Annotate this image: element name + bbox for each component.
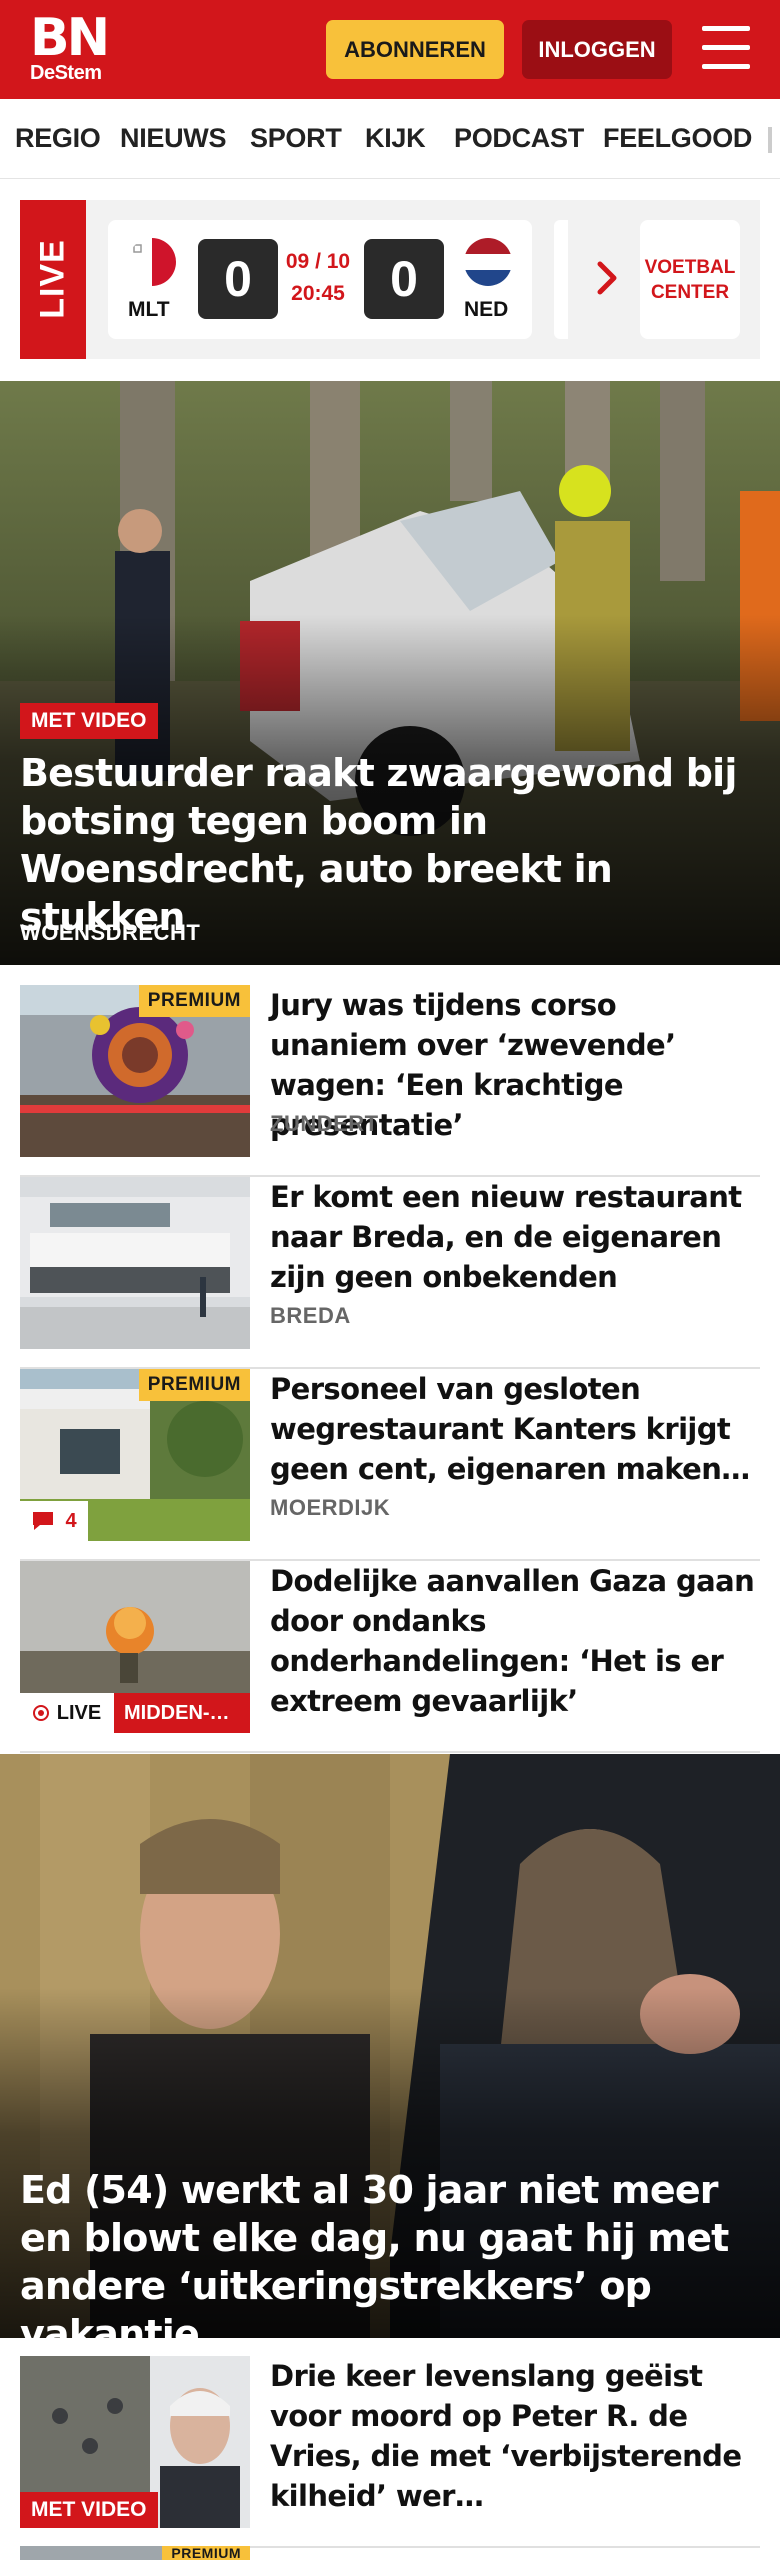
netherlands-flag-icon	[464, 238, 512, 286]
video-tag: MET VIDEO	[20, 703, 158, 739]
corso-thumbnail: PREMIUM	[20, 985, 250, 1157]
nav-item-nieuws[interactable]: NIEUWS	[120, 123, 227, 154]
article-restaurant-breda[interactable]: Er komt een nieuw restaurant naar Breda,…	[20, 1177, 760, 1369]
live-badge-label: LIVE	[33, 239, 72, 319]
live-badge: LIVE	[20, 200, 86, 359]
chevron-right-icon[interactable]	[594, 258, 622, 298]
article-title[interactable]: Personeel van gesloten wegrestaurant Kan…	[270, 1369, 758, 1489]
hamburger-menu-icon[interactable]	[702, 26, 750, 70]
site-logo[interactable]: BN DeStem	[30, 8, 110, 84]
nav-item-sport[interactable]: SPORT	[250, 123, 342, 154]
nav-item-regio[interactable]: REGIO	[15, 123, 101, 154]
nav-item-podcast[interactable]: PODCAST	[454, 123, 584, 154]
away-team-code: NED	[464, 298, 509, 321]
nav-more-indicator	[768, 127, 772, 153]
article-title[interactable]: Dodelijke aanvallen Gaza gaan door ondan…	[270, 1561, 758, 1721]
article-location: MOERDIJK	[270, 1495, 391, 1520]
article-gaza[interactable]: LIVE MIDDEN-… Dodelijke aanvallen Gaza g…	[20, 1561, 760, 1753]
login-button[interactable]: INLOGGEN	[522, 20, 672, 79]
match-card[interactable]: MLT 0 09 / 10 20:45 0 NED	[108, 220, 532, 339]
gaza-thumbnail: LIVE MIDDEN-…	[20, 1561, 250, 1733]
live-tag-label: LIVE	[56, 1701, 102, 1724]
logo-main: BN	[30, 8, 110, 68]
de-vries-thumbnail: MET VIDEO	[20, 2356, 250, 2528]
subscribe-button[interactable]: ABONNEREN	[326, 20, 504, 79]
hero-location: WOENSDRECHT	[20, 920, 201, 945]
article-title[interactable]: Drie keer levenslang geëist voor moord o…	[270, 2356, 758, 2516]
next-match-card[interactable]	[554, 220, 568, 339]
article-peter-r-de-vries[interactable]: MET VIDEO Drie keer levenslang geëist vo…	[20, 2356, 760, 2548]
premium-badge: PREMIUM	[138, 985, 250, 1017]
hero-article-ed[interactable]: Ed (54) werkt al 30 jaar niet meer en bl…	[0, 1754, 780, 2338]
comment-count-value: 4	[65, 1509, 77, 1532]
peek-thumbnail: PREMIUM	[20, 2546, 250, 2560]
article-location: BREDA	[270, 1303, 351, 1328]
voetbal-center-button[interactable]: VOETBAL CENTER	[640, 220, 740, 339]
hero-title[interactable]: Ed (54) werkt al 30 jaar niet meer en bl…	[20, 2166, 765, 2338]
hero-title[interactable]: Bestuurder raakt zwaargewond bij botsing…	[20, 749, 765, 941]
nav-item-kijk[interactable]: KIJK	[365, 123, 426, 154]
premium-badge: PREMIUM	[162, 2546, 250, 2560]
match-time: 20:45	[291, 282, 345, 305]
premium-badge: PREMIUM	[138, 1369, 250, 1401]
live-dot-icon	[32, 1705, 49, 1721]
home-team-code: MLT	[128, 298, 170, 321]
malta-flag-icon	[128, 238, 176, 286]
away-score: 0	[364, 239, 444, 319]
comment-count[interactable]: 4	[20, 1501, 88, 1541]
live-tag: LIVE	[20, 1693, 114, 1733]
restaurant-thumbnail	[20, 1177, 250, 1349]
nav-item-feelgood[interactable]: FEELGOOD	[603, 123, 752, 154]
match-date: 09 / 10	[285, 250, 351, 273]
kanters-thumbnail: PREMIUM 4	[20, 1369, 250, 1541]
article-title[interactable]: Er komt een nieuw restaurant naar Breda,…	[270, 1177, 758, 1297]
site-header: BN DeStem ABONNEREN INLOGGEN	[0, 0, 780, 99]
live-scores-strip: LIVE MLT 0 09 / 10 20:45 0 NED VOETBAL CE…	[20, 200, 760, 359]
home-score: 0	[198, 239, 278, 319]
article-location: ZUNDERT	[270, 1111, 379, 1136]
article-peek[interactable]: PREMIUM	[20, 2546, 760, 2560]
comment-icon	[33, 1512, 54, 1530]
article-kanters[interactable]: PREMIUM 4 Personeel van gesloten wegrest…	[20, 1369, 760, 1561]
logo-sub: DeStem	[30, 62, 102, 84]
article-corso[interactable]: PREMIUM Jury was tijdens corso unaniem o…	[20, 985, 760, 1177]
region-tag: MIDDEN-…	[114, 1693, 250, 1733]
video-tag: MET VIDEO	[20, 2492, 158, 2528]
section-nav: REGIO NIEUWS SPORT KIJK PODCAST FEELGOOD	[0, 99, 780, 179]
hero-article-crash[interactable]: MET VIDEO Bestuurder raakt zwaargewond b…	[0, 381, 780, 965]
